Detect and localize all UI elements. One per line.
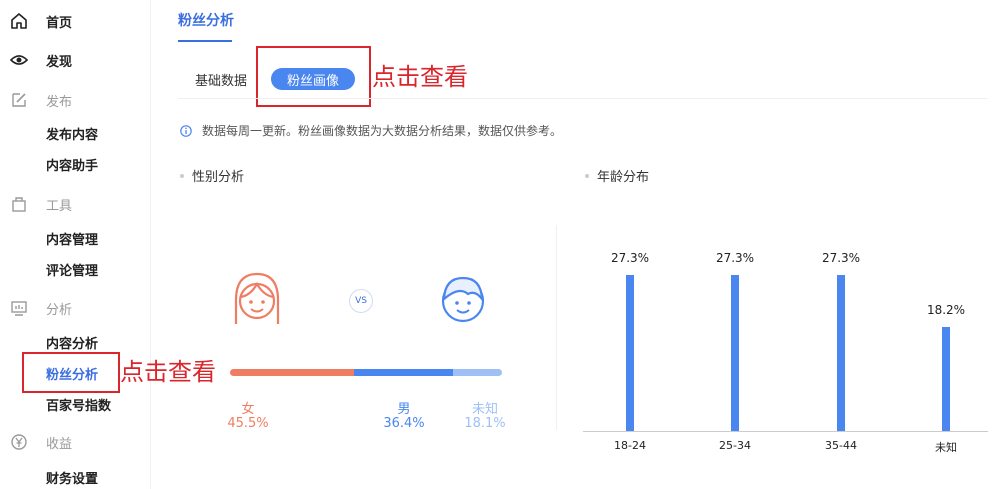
sidebar-item-finance-settings[interactable]: 财务设置 xyxy=(46,467,98,487)
age-bar xyxy=(626,275,634,431)
divider xyxy=(178,98,988,99)
sidebar-item-label: 首页 xyxy=(46,15,73,31)
sidebar-item-content-assistant[interactable]: 内容助手 xyxy=(46,154,98,174)
sidebar-group-publish: 发布 xyxy=(10,88,72,112)
age-section-title: 年龄分布 xyxy=(585,166,649,185)
unknown-label: 未知 xyxy=(471,402,498,417)
age-bar-value: 27.3% xyxy=(715,251,755,265)
bag-icon xyxy=(10,195,28,213)
sidebar-group-income: 收益 xyxy=(10,430,72,454)
sidebar-item-publish-content[interactable]: 发布内容 xyxy=(46,123,98,143)
sidebar-group-label: 发布 xyxy=(46,94,73,110)
male-label: 男 xyxy=(397,402,411,417)
age-bar xyxy=(731,275,739,431)
bullet-dot xyxy=(180,173,184,178)
sidebar-item-label: 发现 xyxy=(46,54,73,70)
vs-badge: VS xyxy=(349,289,373,313)
sidebar-item-discover[interactable]: 发现 xyxy=(10,48,72,72)
male-avatar-icon xyxy=(435,272,491,326)
sidebar-item-content-manage[interactable]: 内容管理 xyxy=(46,228,98,248)
age-tick-label: 未知 xyxy=(935,441,957,454)
gender-bar-unknown xyxy=(452,369,502,376)
sidebar: 首页 发现 发布 发布内容 内容助手 工具 内容管理 评论管理 分析 内容分析 … xyxy=(0,0,151,489)
yuan-icon xyxy=(10,433,28,451)
tab-active-indicator xyxy=(178,40,232,42)
gender-section-title: 性别分析 xyxy=(180,166,244,185)
chart-icon xyxy=(10,299,28,317)
age-bar-value: 18.2% xyxy=(926,303,966,317)
age-title: 年龄分布 xyxy=(597,170,650,185)
sidebar-group-label: 工具 xyxy=(46,198,73,214)
age-bar xyxy=(942,327,950,431)
female-label: 女 xyxy=(241,402,255,417)
info-icon xyxy=(180,124,192,137)
age-tick-label: 18-24 xyxy=(614,439,646,452)
x-axis xyxy=(583,431,988,432)
age-bar xyxy=(837,275,845,431)
gender-title: 性别分析 xyxy=(192,170,245,185)
sidebar-item-baijiahao-index[interactable]: 百家号指数 xyxy=(46,394,111,414)
annotation-box-sidebar xyxy=(22,352,120,393)
bullet-dot xyxy=(585,173,589,178)
subtab-fans-portrait[interactable]: 粉丝画像 xyxy=(271,68,355,90)
male-value: 36.4% xyxy=(383,416,425,431)
age-bar-value: 27.3% xyxy=(610,251,650,265)
sidebar-item-home[interactable]: 首页 xyxy=(10,9,72,33)
age-tick-label: 25-34 xyxy=(719,439,751,452)
age-bar-value: 27.3% xyxy=(821,251,861,265)
subtab-basic-data[interactable]: 基础数据 xyxy=(195,70,247,89)
gender-bar-female xyxy=(230,369,354,376)
sidebar-group-label: 收益 xyxy=(46,436,73,452)
tab-fans-analysis[interactable]: 粉丝分析 xyxy=(178,10,234,30)
annotation-note-sidebar: 点击查看 xyxy=(120,358,216,386)
section-divider xyxy=(556,225,557,430)
female-avatar-icon xyxy=(230,270,284,326)
unknown-value: 18.1% xyxy=(464,416,506,431)
eye-icon xyxy=(10,51,28,69)
notice-text: 数据每周一更新。粉丝画像数据为大数据分析结果，数据仅供参考。 xyxy=(202,124,563,138)
edit-icon xyxy=(10,91,28,109)
home-icon xyxy=(10,12,28,30)
female-value: 45.5% xyxy=(227,416,269,431)
annotation-note-tab: 点击查看 xyxy=(372,63,468,91)
gender-bar-male xyxy=(353,369,453,376)
update-notice: 数据每周一更新。粉丝画像数据为大数据分析结果，数据仅供参考。 xyxy=(180,122,562,139)
sidebar-group-analysis: 分析 xyxy=(10,296,72,320)
sidebar-group-tools: 工具 xyxy=(10,192,72,216)
age-tick-label: 35-44 xyxy=(825,439,857,452)
sidebar-item-content-analysis[interactable]: 内容分析 xyxy=(46,332,98,352)
sidebar-group-label: 分析 xyxy=(46,302,73,318)
sidebar-item-comment-manage[interactable]: 评论管理 xyxy=(46,259,98,279)
